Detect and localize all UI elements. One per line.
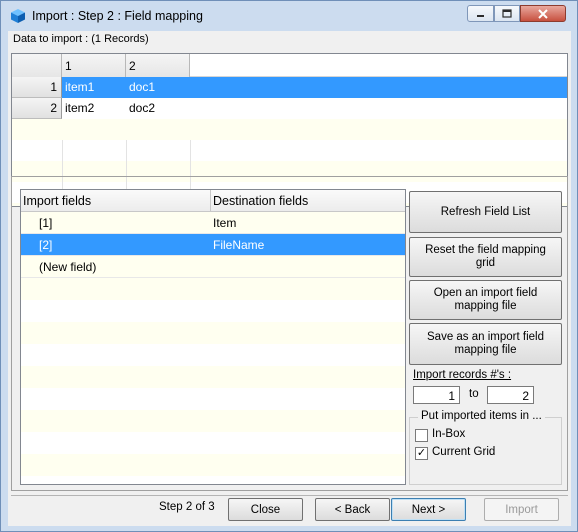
data-to-import-label: Data to import : (1 Records) <box>13 33 149 45</box>
to-label: to <box>469 388 479 400</box>
grid-header: 1 2 <box>12 54 567 77</box>
step-indicator: Step 2 of 3 <box>159 501 215 513</box>
destination-field-cell[interactable] <box>209 256 405 278</box>
reset-mapping-grid-button[interactable]: Reset the field mapping grid <box>409 237 562 277</box>
grid-cell[interactable]: doc2 <box>126 98 190 119</box>
grid-stripe <box>12 119 567 140</box>
grid-header: Import fields Destination fields <box>21 190 405 212</box>
next-button[interactable]: Next > <box>391 498 466 521</box>
minimize-button[interactable] <box>467 5 494 22</box>
import-field-cell[interactable]: [1] <box>35 212 211 234</box>
grid-stripe <box>21 454 405 476</box>
dialog-body: Data to import : (1 Records) 1 2 1 item1… <box>8 31 571 526</box>
table-row[interactable]: [2] FileName <box>21 234 405 256</box>
grid-cell[interactable]: item1 <box>62 77 126 98</box>
grid-stripe <box>21 410 405 432</box>
table-row[interactable]: [1] Item <box>21 212 405 234</box>
import-field-cell[interactable]: (New field) <box>35 256 211 278</box>
import-window: Import : Step 2 : Field mapping Data to … <box>0 0 578 532</box>
open-mapping-file-button[interactable]: Open an import field mapping file <box>409 280 562 320</box>
table-row[interactable]: (New field) <box>21 256 405 278</box>
grid-stripe <box>21 366 405 388</box>
close-icon <box>538 8 548 19</box>
title-bar: Import : Step 2 : Field mapping <box>1 1 577 31</box>
footer-divider <box>11 495 568 496</box>
put-imported-items-label: Put imported items in ... <box>418 410 545 422</box>
grid-cell[interactable]: item2 <box>62 98 126 119</box>
grid-cell[interactable]: doc1 <box>126 77 190 98</box>
maximize-button[interactable] <box>494 5 520 22</box>
current-grid-label[interactable]: Current Grid <box>432 446 495 458</box>
current-grid-checkbox[interactable]: ✓ <box>415 447 428 460</box>
window-title: Import : Step 2 : Field mapping <box>32 9 203 23</box>
back-button[interactable]: < Back <box>315 498 390 521</box>
table-row[interactable]: 2 item2 doc2 <box>12 98 567 119</box>
grid-stripe <box>21 322 405 344</box>
inbox-checkbox[interactable] <box>415 429 428 442</box>
destination-field-cell[interactable]: Item <box>209 212 405 234</box>
records-from-field[interactable]: 1 <box>413 386 460 404</box>
maximize-icon <box>502 9 512 18</box>
import-button[interactable]: Import <box>484 498 559 521</box>
row-header[interactable]: 2 <box>12 98 62 119</box>
import-field-cell[interactable]: [2] <box>35 234 211 256</box>
destination-fields-header[interactable]: Destination fields <box>211 190 405 212</box>
minimize-icon <box>477 15 484 17</box>
field-mapping-grid[interactable]: Import fields Destination fields [1] Ite… <box>20 189 406 485</box>
import-records-label: Import records #'s : <box>413 369 512 381</box>
destination-field-cell[interactable]: FileName <box>209 234 405 256</box>
refresh-field-list-button[interactable]: Refresh Field List <box>409 191 562 233</box>
close-window-button[interactable] <box>520 5 566 22</box>
cube-icon <box>11 9 25 23</box>
save-mapping-file-button[interactable]: Save as an import field mapping file <box>409 323 562 365</box>
inbox-label[interactable]: In-Box <box>432 428 465 440</box>
close-button[interactable]: Close <box>228 498 303 521</box>
table-row[interactable]: 1 item1 doc1 <box>12 77 567 98</box>
column-header-2[interactable]: 2 <box>126 54 190 77</box>
column-header-1[interactable]: 1 <box>62 54 126 77</box>
row-header[interactable]: 1 <box>12 77 62 98</box>
records-to-field[interactable]: 2 <box>487 386 534 404</box>
corner-cell[interactable] <box>12 54 62 77</box>
grid-stripe <box>21 278 405 300</box>
import-fields-header[interactable]: Import fields <box>21 190 211 212</box>
